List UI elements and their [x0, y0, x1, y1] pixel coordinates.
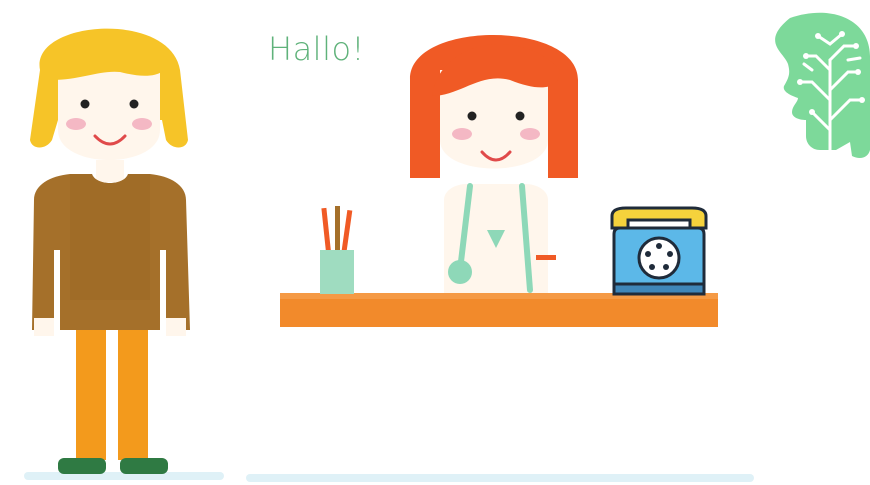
ai-brain-head-icon	[775, 12, 870, 158]
reception-scene: Hallo!	[0, 0, 870, 485]
